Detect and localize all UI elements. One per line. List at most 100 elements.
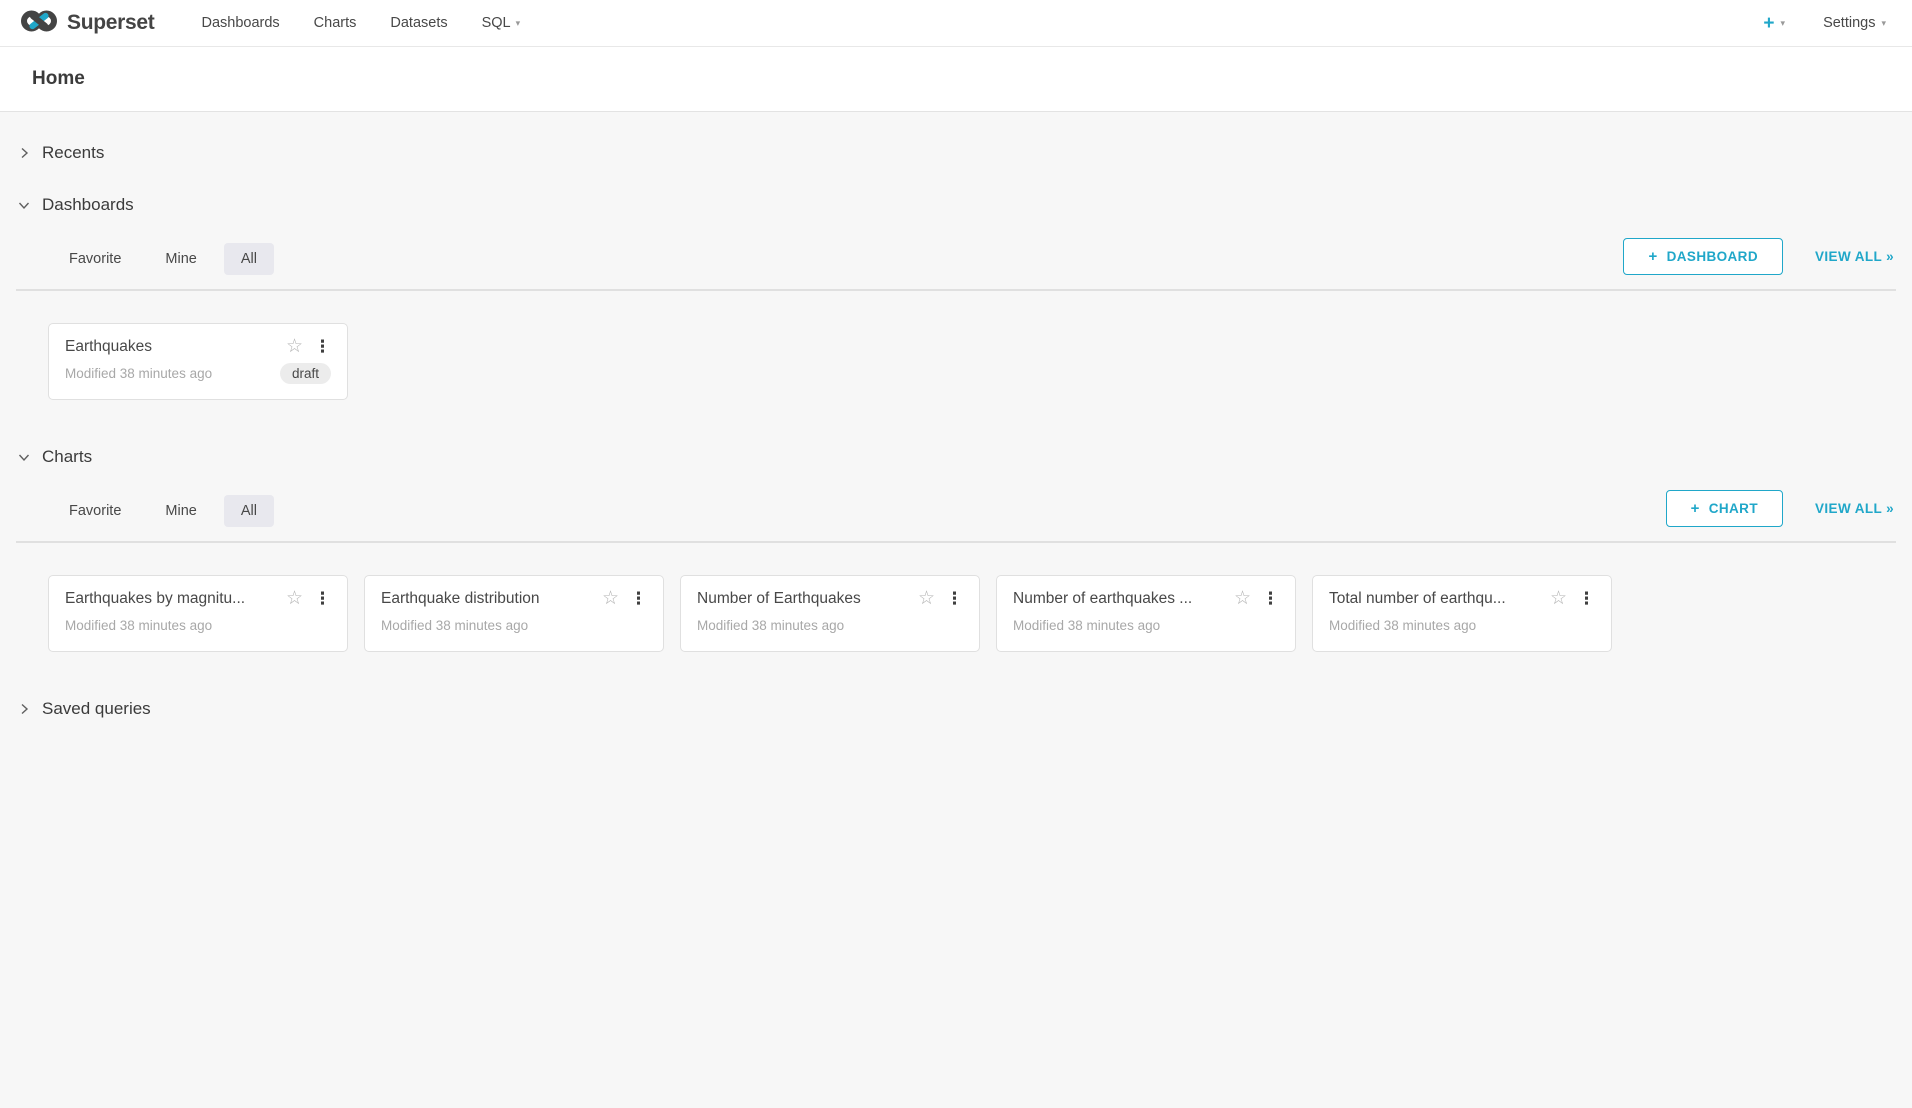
tab-all[interactable]: All <box>224 243 274 275</box>
chart-card[interactable]: Earthquake distribution ☆ ⋮ Modified 38 … <box>364 575 664 652</box>
card-title: Earthquakes by magnitu... <box>65 590 278 608</box>
nav-item-charts-label: Charts <box>314 15 357 31</box>
page-header: Home <box>0 47 1912 112</box>
kebab-menu-icon[interactable]: ⋮ <box>314 338 331 355</box>
favorite-star-icon[interactable]: ☆ <box>286 589 303 608</box>
settings-label: Settings <box>1823 15 1875 31</box>
status-badge: draft <box>280 363 331 384</box>
card-meta-row: Modified 38 minutes ago <box>697 615 963 636</box>
dashboards-view-all-link[interactable]: VIEW ALL » <box>1815 249 1894 264</box>
card-actions: ☆ ⋮ <box>1550 589 1595 608</box>
card-title-row: Total number of earthqu... ☆ ⋮ <box>1329 589 1595 608</box>
dashboards-cards-row: Earthquakes ☆ ⋮ Modified 38 minutes ago … <box>0 291 1912 400</box>
new-dashboard-button[interactable]: + DASHBOARD <box>1623 238 1783 275</box>
chevron-down-icon: ▾ <box>1881 19 1886 28</box>
card-modified-text: Modified 38 minutes ago <box>381 618 647 633</box>
navbar-right: + ▾ Settings ▾ <box>1763 14 1886 33</box>
superset-logo[interactable]: Superset <box>20 6 154 41</box>
recents-section-toggle[interactable]: Recents <box>0 142 1912 164</box>
new-chart-button[interactable]: + CHART <box>1666 490 1783 527</box>
card-actions: ☆ ⋮ <box>1234 589 1279 608</box>
chevron-down-icon <box>18 199 30 211</box>
kebab-menu-icon[interactable]: ⋮ <box>630 590 647 607</box>
superset-infinity-icon <box>20 6 58 41</box>
new-dashboard-button-label: DASHBOARD <box>1667 249 1758 264</box>
card-modified-text: Modified 38 minutes ago <box>1329 618 1595 633</box>
card-meta-row: Modified 38 minutes ago <box>1013 615 1279 636</box>
new-chart-button-label: CHART <box>1709 501 1758 516</box>
tab-favorite[interactable]: Favorite <box>52 243 138 275</box>
chevron-right-icon <box>18 147 30 159</box>
plus-icon: + <box>1691 503 1700 515</box>
nav-item-sql[interactable]: SQL ▾ <box>465 0 538 47</box>
tab-mine[interactable]: Mine <box>148 495 213 527</box>
card-modified-text: Modified 38 minutes ago <box>1013 618 1279 633</box>
top-navbar: Superset Dashboards Charts Datasets SQL … <box>0 0 1912 47</box>
chevron-down-icon <box>18 451 30 463</box>
card-meta-row: Modified 38 minutes ago <box>65 615 331 636</box>
card-actions: ☆ ⋮ <box>918 589 963 608</box>
nav-item-dashboards-label: Dashboards <box>201 15 279 31</box>
favorite-star-icon[interactable]: ☆ <box>602 589 619 608</box>
card-title: Total number of earthqu... <box>1329 590 1542 608</box>
card-modified-text: Modified 38 minutes ago <box>65 618 331 633</box>
card-title-row: Earthquake distribution ☆ ⋮ <box>381 589 647 608</box>
card-title: Earthquake distribution <box>381 590 594 608</box>
chart-card[interactable]: Total number of earthqu... ☆ ⋮ Modified … <box>1312 575 1612 652</box>
home-content: Recents Dashboards Favorite Mine All + D… <box>0 112 1912 720</box>
dashboard-card-earthquakes[interactable]: Earthquakes ☆ ⋮ Modified 38 minutes ago … <box>48 323 348 400</box>
chart-card[interactable]: Earthquakes by magnitu... ☆ ⋮ Modified 3… <box>48 575 348 652</box>
saved-queries-section-title: Saved queries <box>42 699 151 719</box>
plus-icon: + <box>1763 14 1774 33</box>
card-title-row: Earthquakes ☆ ⋮ <box>65 337 331 356</box>
favorite-star-icon[interactable]: ☆ <box>1234 589 1251 608</box>
dashboards-controls-row: Favorite Mine All + DASHBOARD VIEW ALL » <box>16 238 1896 291</box>
charts-section-toggle[interactable]: Charts <box>0 446 1912 468</box>
favorite-star-icon[interactable]: ☆ <box>286 337 303 356</box>
dashboards-section-title: Dashboards <box>42 195 134 215</box>
charts-cards-row: Earthquakes by magnitu... ☆ ⋮ Modified 3… <box>0 543 1912 652</box>
chart-card[interactable]: Number of earthquakes ... ☆ ⋮ Modified 3… <box>996 575 1296 652</box>
chevron-down-icon: ▾ <box>1781 19 1786 28</box>
nav-item-datasets-label: Datasets <box>390 15 447 31</box>
card-meta-row: Modified 38 minutes ago draft <box>65 363 331 384</box>
dashboards-section-toggle[interactable]: Dashboards <box>0 194 1912 216</box>
card-title-row: Earthquakes by magnitu... ☆ ⋮ <box>65 589 331 608</box>
card-title: Number of Earthquakes <box>697 590 910 608</box>
card-actions: ☆ ⋮ <box>286 589 331 608</box>
card-meta-row: Modified 38 minutes ago <box>381 615 647 636</box>
charts-view-all-link[interactable]: VIEW ALL » <box>1815 501 1894 516</box>
kebab-menu-icon[interactable]: ⋮ <box>946 590 963 607</box>
tab-favorite[interactable]: Favorite <box>52 495 138 527</box>
nav-item-datasets[interactable]: Datasets <box>373 0 464 47</box>
charts-controls-right: + CHART VIEW ALL » <box>1666 490 1896 527</box>
card-title-row: Number of earthquakes ... ☆ ⋮ <box>1013 589 1279 608</box>
card-meta-row: Modified 38 minutes ago <box>1329 615 1595 636</box>
nav-item-charts[interactable]: Charts <box>297 0 374 47</box>
kebab-menu-icon[interactable]: ⋮ <box>1262 590 1279 607</box>
new-item-menu-button[interactable]: + ▾ <box>1763 14 1785 33</box>
settings-menu-button[interactable]: Settings ▾ <box>1823 15 1886 31</box>
kebab-menu-icon[interactable]: ⋮ <box>314 590 331 607</box>
chevron-right-icon <box>18 703 30 715</box>
dashboards-filter-tabs: Favorite Mine All <box>52 243 274 275</box>
favorite-star-icon[interactable]: ☆ <box>1550 589 1567 608</box>
dashboards-controls-right: + DASHBOARD VIEW ALL » <box>1623 238 1896 275</box>
card-title-row: Number of Earthquakes ☆ ⋮ <box>697 589 963 608</box>
favorite-star-icon[interactable]: ☆ <box>918 589 935 608</box>
card-modified-text: Modified 38 minutes ago <box>65 366 280 381</box>
card-title: Number of earthquakes ... <box>1013 590 1226 608</box>
saved-queries-section-toggle[interactable]: Saved queries <box>0 698 1912 720</box>
card-actions: ☆ ⋮ <box>286 337 331 356</box>
brand-name: Superset <box>67 11 154 35</box>
chevron-down-icon: ▾ <box>516 19 521 28</box>
chart-card[interactable]: Number of Earthquakes ☆ ⋮ Modified 38 mi… <box>680 575 980 652</box>
charts-filter-tabs: Favorite Mine All <box>52 495 274 527</box>
nav-item-dashboards[interactable]: Dashboards <box>184 0 296 47</box>
tab-mine[interactable]: Mine <box>148 243 213 275</box>
tab-all[interactable]: All <box>224 495 274 527</box>
kebab-menu-icon[interactable]: ⋮ <box>1578 590 1595 607</box>
card-actions: ☆ ⋮ <box>602 589 647 608</box>
page-title: Home <box>32 68 1880 90</box>
card-modified-text: Modified 38 minutes ago <box>697 618 963 633</box>
